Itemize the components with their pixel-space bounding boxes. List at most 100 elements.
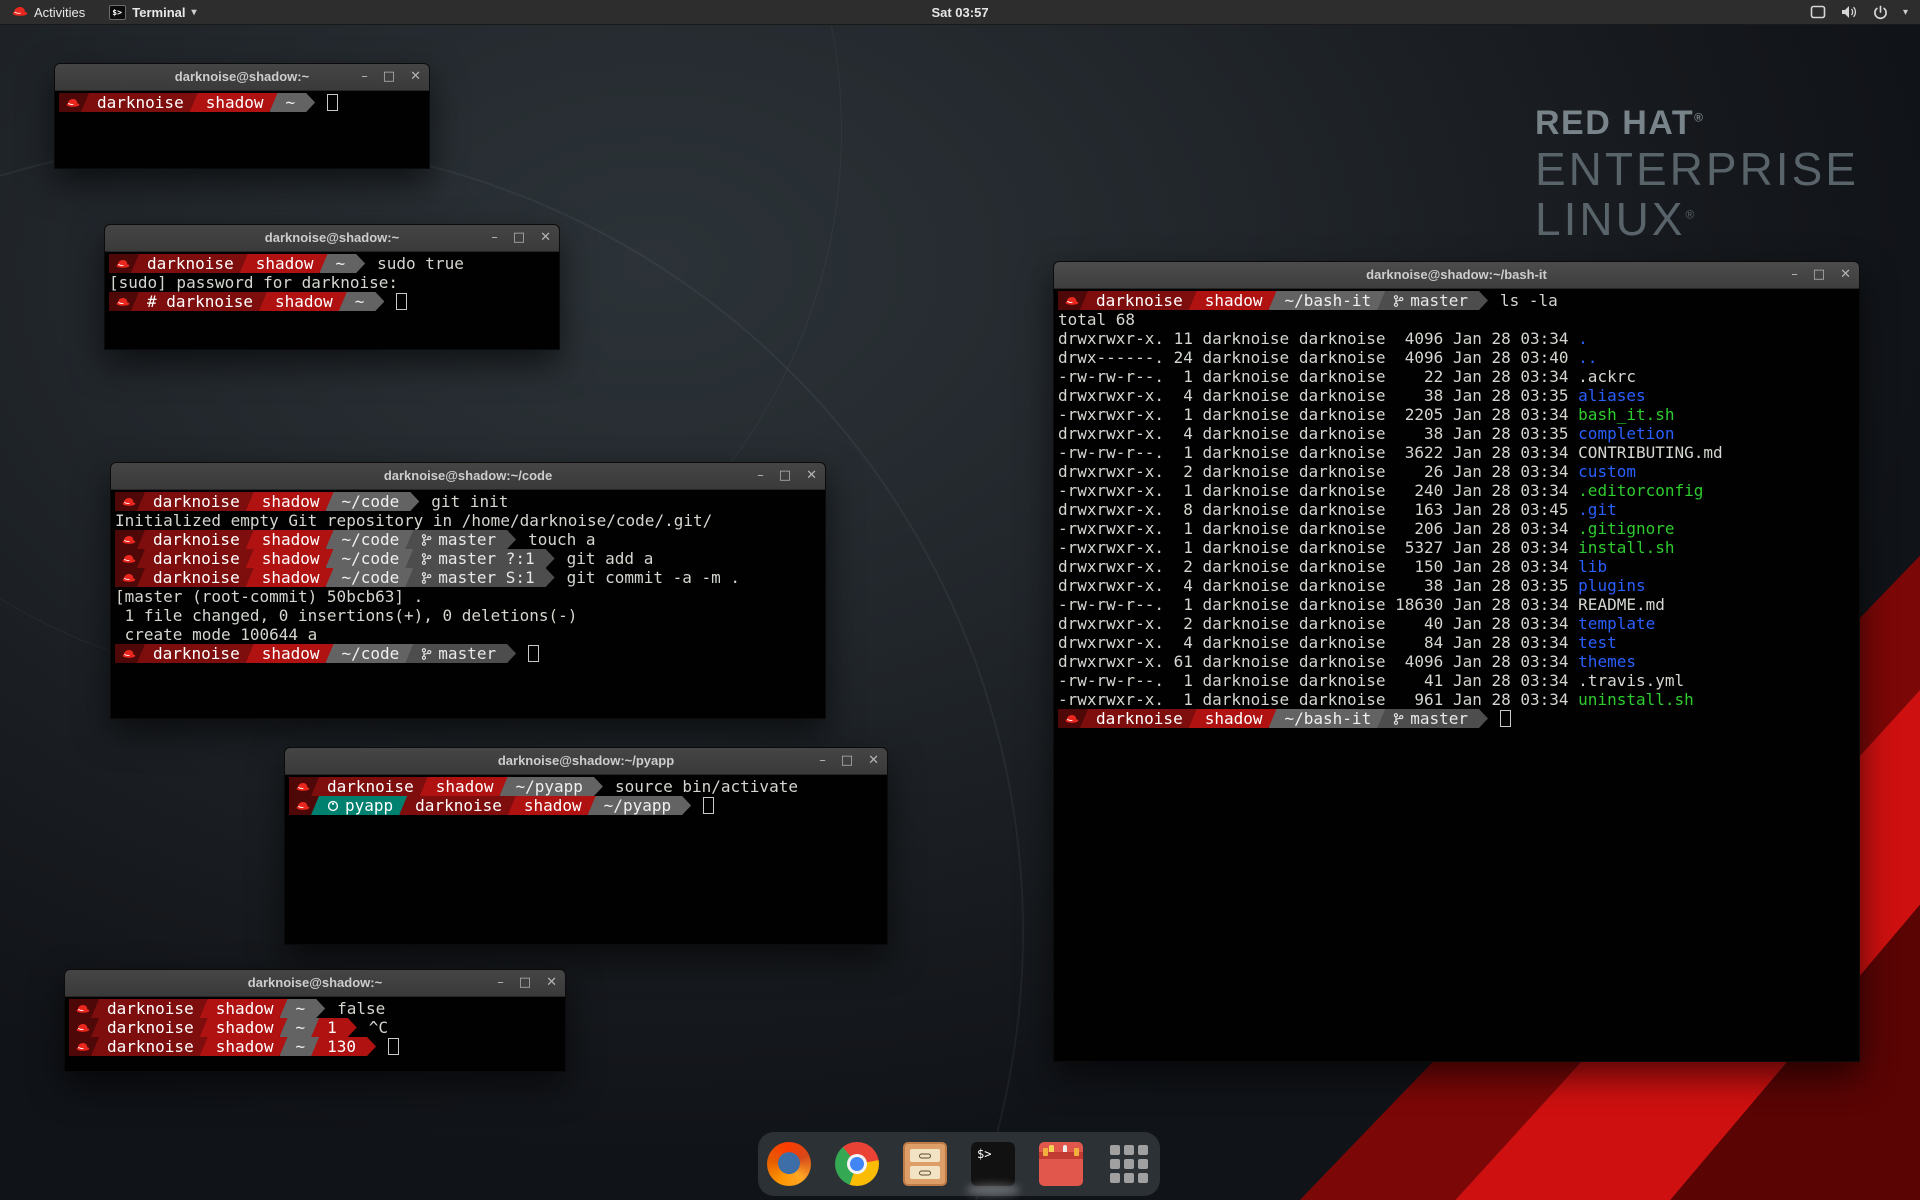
ls-row-attributes: -rw-rw-r--. 1 darknoise darknoise 41 Jan… bbox=[1058, 671, 1578, 690]
prompt-line: darknoiseshadow~1^C bbox=[69, 1018, 561, 1037]
maximize-button[interactable]: □ bbox=[519, 970, 531, 996]
chevron-down-icon: ▾ bbox=[1903, 7, 1908, 18]
prompt-segment-text: ~/code bbox=[342, 549, 400, 568]
prompt-line: darknoiseshadow~sudo true bbox=[109, 254, 555, 273]
close-button[interactable]: ✕ bbox=[1840, 262, 1851, 288]
ls-row-filename: lib bbox=[1578, 557, 1607, 576]
chevron-down-icon: ▾ bbox=[192, 7, 197, 18]
ls-row: drwxrwxr-x. 4 darknoise darknoise 38 Jan… bbox=[1058, 576, 1855, 595]
redhat-icon bbox=[122, 496, 136, 507]
prompt-segment-text: shadow bbox=[436, 777, 494, 796]
system-status-area[interactable]: ▾ bbox=[1810, 0, 1920, 24]
prompt-line: darknoiseshadow~/codemaster S:1git commi… bbox=[115, 568, 821, 587]
ls-row-attributes: -rwxrwxr-x. 1 darknoise darknoise 206 Ja… bbox=[1058, 519, 1578, 538]
prompt-segment-host: shadow bbox=[259, 292, 347, 311]
window-titlebar[interactable]: darknoise@shadow:~–□✕ bbox=[65, 970, 565, 997]
ls-row-filename: .editorconfig bbox=[1578, 481, 1703, 500]
redhat-icon bbox=[76, 1022, 90, 1033]
close-button[interactable]: ✕ bbox=[806, 463, 817, 489]
prompt-segment-host: shadow bbox=[246, 549, 334, 568]
prompt-segment-text: ~ bbox=[336, 254, 346, 273]
app-menu-terminal[interactable]: $> Terminal ▾ bbox=[97, 0, 208, 24]
terminal-content[interactable]: darknoiseshadow~sudo true[sudo] password… bbox=[105, 252, 559, 350]
close-button[interactable]: ✕ bbox=[410, 64, 421, 90]
maximize-button[interactable]: □ bbox=[779, 463, 791, 489]
prompt-segment-host: shadow bbox=[1189, 709, 1277, 728]
prompt-segment-user: darknoise bbox=[137, 644, 254, 663]
terminal-cursor bbox=[703, 797, 714, 814]
prompt-segment-text: darknoise bbox=[153, 530, 240, 549]
prompt-segment-text: darknoise bbox=[415, 796, 502, 815]
window-titlebar[interactable]: darknoise@shadow:~/code –□ ✕ bbox=[111, 463, 825, 490]
git-branch-icon bbox=[421, 647, 432, 661]
maximize-button[interactable]: □ bbox=[841, 748, 853, 774]
prompt-segment-git: master S:1 bbox=[405, 568, 554, 587]
dock-item-files[interactable] bbox=[902, 1141, 948, 1187]
maximize-button[interactable]: □ bbox=[1813, 262, 1825, 288]
ls-row: drwxrwxr-x. 8 darknoise darknoise 163 Ja… bbox=[1058, 500, 1855, 519]
ls-row: -rwxrwxr-x. 1 darknoise darknoise 240 Ja… bbox=[1058, 481, 1855, 500]
minimize-button[interactable]: – bbox=[1791, 262, 1798, 288]
prompt-segment-text: shadow bbox=[262, 568, 320, 587]
minimize-button[interactable]: – bbox=[491, 225, 498, 251]
prompt-segment-user: darknoise bbox=[91, 1018, 208, 1037]
terminal-content[interactable]: darknoiseshadow~falsedarknoiseshadow~1^C… bbox=[65, 997, 565, 1072]
close-button[interactable]: ✕ bbox=[868, 748, 879, 774]
dock-item-terminal[interactable]: $> bbox=[970, 1141, 1016, 1187]
maximize-button[interactable]: □ bbox=[513, 225, 525, 251]
prompt-segment-text: ~/code bbox=[342, 644, 400, 663]
minimize-button[interactable]: – bbox=[757, 463, 764, 489]
ls-row-attributes: drwxrwxr-x. 4 darknoise darknoise 38 Jan… bbox=[1058, 576, 1578, 595]
terminal-content[interactable]: darknoiseshadow~/codegit initInitialized… bbox=[111, 490, 825, 719]
ls-row-attributes: -rwxrwxr-x. 1 darknoise darknoise 240 Ja… bbox=[1058, 481, 1578, 500]
redhat-icon bbox=[12, 5, 28, 20]
output-text: [master (root-commit) 50bcb63] . bbox=[115, 587, 423, 606]
window-title: darknoise@shadow:~/bash-it bbox=[1366, 262, 1547, 288]
ls-row-filename: .. bbox=[1578, 348, 1597, 367]
prompt-segment-user: darknoise bbox=[131, 254, 248, 273]
registered-mark: ® bbox=[1694, 111, 1704, 125]
ls-row: -rwxrwxr-x. 1 darknoise darknoise 961 Ja… bbox=[1058, 690, 1855, 709]
dock-item-firefox[interactable] bbox=[766, 1141, 812, 1187]
terminal-cursor bbox=[327, 94, 338, 111]
terminal-content[interactable]: darknoiseshadow~/pyappsource bin/activat… bbox=[285, 775, 887, 945]
window-title: darknoise@shadow:~/code bbox=[384, 463, 552, 489]
close-button[interactable]: ✕ bbox=[546, 970, 557, 996]
dock-item-chrome[interactable] bbox=[834, 1141, 880, 1187]
ls-row-attributes: drwxrwxr-x. 2 darknoise darknoise 26 Jan… bbox=[1058, 462, 1578, 481]
display-icon bbox=[1810, 5, 1826, 19]
clock[interactable]: Sat 03:57 bbox=[931, 5, 988, 20]
terminal-icon: $> bbox=[971, 1142, 1015, 1186]
ls-row-filename: template bbox=[1578, 614, 1655, 633]
prompt-segment-path: ~ bbox=[320, 254, 366, 273]
prompt-segment-git: master bbox=[1377, 291, 1488, 310]
prompt-segment-text: darknoise bbox=[147, 254, 234, 273]
window-titlebar[interactable]: darknoise@shadow:~/pyapp–□✕ bbox=[285, 748, 887, 775]
prompt-segment-path: ~/code bbox=[326, 530, 414, 549]
terminal-content[interactable]: darknoiseshadow~ bbox=[55, 91, 429, 169]
prompt-segment-text: # darknoise bbox=[147, 292, 253, 311]
prompt-segment-user: darknoise bbox=[137, 568, 254, 587]
close-button[interactable]: ✕ bbox=[540, 225, 551, 251]
terminal-content[interactable]: darknoiseshadow~/bash-itmasterls -latota… bbox=[1054, 289, 1859, 1062]
activities-button[interactable]: Activities bbox=[0, 0, 97, 24]
redhat-icon bbox=[66, 97, 80, 108]
window-titlebar[interactable]: darknoise@shadow:~–□✕ bbox=[105, 225, 559, 252]
dock-item-appgrid[interactable] bbox=[1106, 1141, 1152, 1187]
prompt-segment-path: ~/pyapp bbox=[588, 796, 691, 815]
window-title: darknoise@shadow:~ bbox=[175, 64, 309, 90]
window-titlebar[interactable]: darknoise@shadow:~ –□ ✕ bbox=[55, 64, 429, 91]
minimize-button[interactable]: – bbox=[819, 748, 826, 774]
minimize-button[interactable]: – bbox=[361, 64, 368, 90]
prompt-segment-text: darknoise bbox=[97, 93, 184, 112]
minimize-button[interactable]: – bbox=[497, 970, 504, 996]
ls-row-filename: custom bbox=[1578, 462, 1636, 481]
files-icon bbox=[903, 1142, 947, 1186]
dock-item-toolbox[interactable] bbox=[1038, 1141, 1084, 1187]
prompt-segment-host: shadow bbox=[200, 999, 288, 1018]
prompt-segment-git: master bbox=[405, 530, 516, 549]
ls-row: -rwxrwxr-x. 1 darknoise darknoise 2205 J… bbox=[1058, 405, 1855, 424]
window-titlebar[interactable]: darknoise@shadow:~/bash-it –□ ✕ bbox=[1054, 262, 1859, 289]
maximize-button[interactable]: □ bbox=[383, 64, 395, 90]
ls-row-filename: test bbox=[1578, 633, 1617, 652]
